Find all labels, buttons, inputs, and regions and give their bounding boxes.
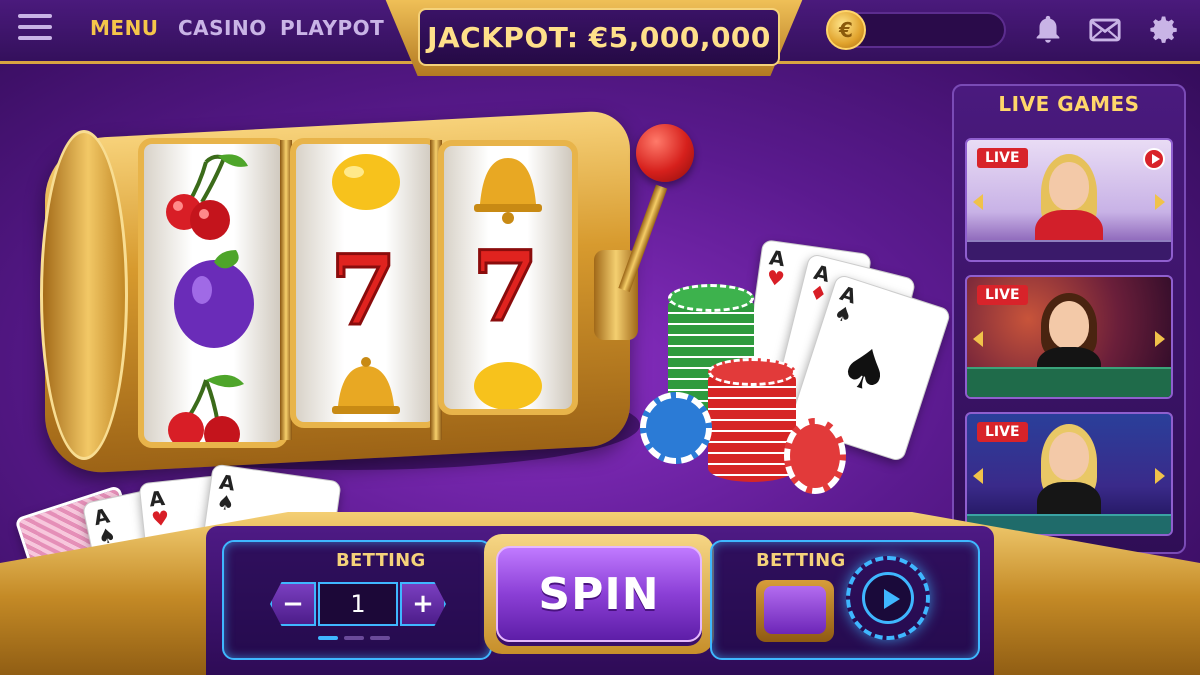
- table-felt: [967, 367, 1171, 397]
- live-game-card-1[interactable]: LIVE: [965, 138, 1173, 262]
- reel-2-symbols: 7: [329, 154, 400, 414]
- live-badge: LIVE: [977, 285, 1028, 305]
- bell-icon[interactable]: [1031, 13, 1065, 47]
- page-dot: [370, 636, 390, 640]
- cherries-icon: [168, 374, 244, 442]
- arrow-left-icon[interactable]: [973, 468, 983, 484]
- live-game-card-2[interactable]: LIVE: [965, 275, 1173, 399]
- betting-label: BETTING: [336, 550, 426, 571]
- arrow-left-icon[interactable]: [973, 331, 983, 347]
- spin-label: SPIN: [538, 568, 660, 620]
- spin-button[interactable]: SPIN: [496, 546, 702, 642]
- currency-symbol: €: [839, 18, 853, 42]
- lemon-icon: [474, 362, 542, 409]
- plum-icon: [174, 250, 254, 348]
- arrow-left-icon[interactable]: [973, 194, 983, 210]
- cherries-icon: [166, 154, 248, 240]
- bet-value-text: 1: [350, 590, 366, 618]
- svg-text:7: 7: [472, 230, 539, 343]
- jackpot-banner: JACKPOT: €5,000,000: [418, 8, 780, 66]
- hamburger-menu-icon[interactable]: [18, 14, 52, 44]
- coin-icon: €: [826, 10, 866, 50]
- bell-icon: [332, 357, 400, 414]
- play-icon: [862, 572, 914, 624]
- nav-casino[interactable]: CASINO: [178, 16, 267, 40]
- chip-red: [784, 418, 846, 494]
- live-games-title: LIVE GAMES: [998, 92, 1140, 116]
- reel-3-symbols: 7: [471, 158, 542, 409]
- mail-icon[interactable]: [1088, 13, 1122, 47]
- nav-playpot[interactable]: PLAYPOT: [280, 16, 384, 40]
- bet-button-face: [764, 586, 826, 634]
- lever-knob[interactable]: [636, 124, 694, 182]
- arrow-right-icon[interactable]: [1155, 194, 1165, 210]
- reel-3[interactable]: 7: [438, 140, 578, 415]
- play-icon[interactable]: [1143, 148, 1165, 170]
- page-dot-active: [318, 636, 338, 640]
- plus-icon: +: [412, 589, 434, 619]
- seven-icon: 7: [329, 233, 399, 349]
- page-dot: [344, 636, 364, 640]
- bell-icon: [474, 158, 542, 224]
- slot-machine-endcap: [40, 130, 128, 460]
- bet-value[interactable]: 1: [318, 582, 398, 626]
- lemon-icon: [332, 154, 400, 210]
- jackpot-text: JACKPOT: €5,000,000: [427, 20, 771, 54]
- live-badge: LIVE: [977, 148, 1028, 168]
- live-game-card-3[interactable]: LIVE: [965, 412, 1173, 536]
- reel-1-symbols: [166, 154, 254, 442]
- reel-2[interactable]: 7: [290, 138, 440, 428]
- table-edge: [967, 240, 1171, 260]
- nav-menu[interactable]: MENU: [90, 16, 159, 40]
- gear-icon[interactable]: [1147, 13, 1181, 47]
- svg-text:7: 7: [330, 234, 397, 347]
- reel-1[interactable]: [138, 138, 288, 448]
- live-badge: LIVE: [977, 422, 1028, 442]
- arrow-right-icon[interactable]: [1155, 468, 1165, 484]
- chip-blue: [640, 392, 712, 464]
- seven-icon: 7: [471, 229, 541, 345]
- minus-icon: −: [282, 589, 304, 619]
- betting-label-right: BETTING: [756, 550, 846, 571]
- arrow-right-icon[interactable]: [1155, 331, 1165, 347]
